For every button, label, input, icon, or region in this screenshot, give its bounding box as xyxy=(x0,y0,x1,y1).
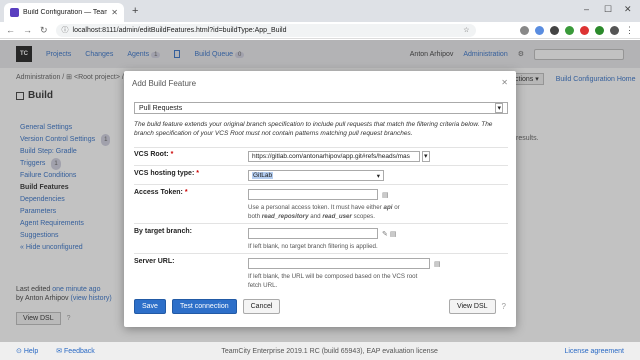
access-token-input[interactable] xyxy=(248,189,378,200)
license-link[interactable]: License agreement xyxy=(564,348,624,355)
add-build-feature-dialog: Add Build Feature ✕ Pull Requests ▾ The … xyxy=(124,71,516,327)
extension-icon[interactable] xyxy=(550,25,559,35)
url-field[interactable]: ⓘ localhost:8111/admin/editBuildFeatures… xyxy=(55,23,476,37)
browser-tab-strip: Build Configuration — TeamCity ✕ + – ☐ ✕ xyxy=(0,0,640,22)
address-bar: ← → ↻ ⓘ localhost:8111/admin/editBuildFe… xyxy=(0,22,640,39)
hint-text: or xyxy=(392,204,400,211)
tab-title: Build Configuration — TeamCity xyxy=(23,9,108,16)
extension-icon[interactable] xyxy=(580,25,589,35)
browser-tab[interactable]: Build Configuration — TeamCity ✕ xyxy=(4,3,124,22)
server-url-input[interactable] xyxy=(248,258,430,269)
dialog-footer: Save Test connection Cancel View DSL ? xyxy=(124,299,516,314)
feedback-link[interactable]: ✉ Feedback xyxy=(56,347,95,355)
teamcity-favicon-icon xyxy=(10,8,19,17)
vcs-root-label: VCS Root: * xyxy=(134,151,248,162)
hosting-type-label-text: VCS hosting type: xyxy=(134,170,195,177)
version-info: TeamCity Enterprise 2019.1 RC (build 659… xyxy=(221,347,438,355)
hosting-type-row: VCS hosting type: * GitLab ▾ xyxy=(134,170,508,181)
chevron-down-icon[interactable]: ▾ xyxy=(422,151,430,162)
window-close-icon[interactable]: ✕ xyxy=(624,4,632,15)
info-icon[interactable]: ⓘ xyxy=(62,25,69,35)
chevron-down-icon: ▾ xyxy=(495,103,503,113)
extensions: ⋮ xyxy=(520,25,634,36)
dialog-title: Add Build Feature xyxy=(132,79,197,88)
hint-text: scopes. xyxy=(351,213,375,220)
cancel-button[interactable]: Cancel xyxy=(242,299,281,314)
access-token-label-text: Access Token: xyxy=(134,189,183,196)
new-tab-icon[interactable]: + xyxy=(132,5,138,17)
access-token-row: Access Token: * ▤ Use a personal access … xyxy=(134,189,508,221)
maximize-icon[interactable]: ☐ xyxy=(604,4,612,15)
vcs-root-row: VCS Root: * https://gitlab.com/antonarhi… xyxy=(134,151,508,162)
forward-icon[interactable]: → xyxy=(23,25,32,35)
dialog-body: Pull Requests ▾ The build feature extend… xyxy=(134,102,508,138)
divider xyxy=(134,223,508,224)
hint-text: and xyxy=(308,213,323,220)
target-branch-input[interactable] xyxy=(248,228,378,239)
target-branch-hint: If left blank, no target branch filterin… xyxy=(248,243,378,250)
footer: ⊙ Help ✉ Feedback TeamCity Enterprise 20… xyxy=(0,342,640,360)
feature-type-value: Pull Requests xyxy=(139,104,183,112)
vcs-root-label-text: VCS Root: xyxy=(134,151,169,158)
chevron-down-icon: ▾ xyxy=(376,172,380,180)
extension-icon[interactable] xyxy=(535,25,544,35)
divider xyxy=(134,184,508,185)
hint-text: Use a personal access token. It must hav… xyxy=(248,204,384,211)
divider xyxy=(134,253,508,254)
hosting-type-value: GitLab xyxy=(252,172,274,179)
menu-dots-icon[interactable]: ⋮ xyxy=(625,25,634,36)
extension-icon[interactable] xyxy=(595,25,604,35)
test-connection-button[interactable]: Test connection xyxy=(171,299,237,314)
back-icon[interactable]: ← xyxy=(6,25,15,35)
url-text: localhost:8111/admin/editBuildFeatures.h… xyxy=(72,26,287,34)
save-button[interactable]: Save xyxy=(134,299,166,314)
edit-pencil-icon[interactable]: ✎ xyxy=(382,230,388,238)
minimize-icon[interactable]: – xyxy=(584,4,589,14)
feature-description: The build feature extends your original … xyxy=(134,121,493,137)
hint-read-user: read_user xyxy=(322,213,352,220)
parameter-picker-icon[interactable]: ▤ xyxy=(382,191,389,199)
profile-avatar[interactable] xyxy=(610,25,619,35)
hint-read-repository: read_repository xyxy=(261,213,309,220)
help-icon[interactable]: ? xyxy=(502,302,506,311)
close-tab-icon[interactable]: ✕ xyxy=(111,8,118,17)
extension-icon[interactable] xyxy=(565,25,574,35)
target-branch-label: By target branch: xyxy=(134,228,192,235)
feature-type-select[interactable]: Pull Requests ▾ xyxy=(134,102,508,114)
extension-icon[interactable] xyxy=(520,25,529,35)
divider xyxy=(134,147,508,148)
hint-text: both xyxy=(248,213,262,220)
required-marker: * xyxy=(184,189,188,196)
server-url-label: Server URL: xyxy=(134,258,175,265)
divider xyxy=(134,165,508,166)
feedback-link-label: Feedback xyxy=(64,348,95,355)
target-branch-row: By target branch: ✎ ▤ If left blank, no t… xyxy=(134,228,508,251)
hosting-type-label: VCS hosting type: * xyxy=(134,170,248,181)
reload-icon[interactable]: ↻ xyxy=(40,25,48,36)
server-url-hint: If left blank, the URL will be composed … xyxy=(248,273,418,289)
help-link-label: Help xyxy=(23,348,39,355)
server-url-row: Server URL: ▤ If left blank, the URL wil… xyxy=(134,258,508,290)
dialog-close-icon[interactable]: ✕ xyxy=(501,78,508,87)
parameter-picker-icon[interactable]: ▤ xyxy=(434,260,441,268)
access-token-label: Access Token: * xyxy=(134,189,248,221)
bookmark-star-icon[interactable]: ☆ xyxy=(463,26,469,34)
parameter-picker-icon[interactable]: ▤ xyxy=(390,230,397,238)
access-token-hint: Use a personal access token. It must hav… xyxy=(248,203,508,221)
vcs-root-select[interactable]: https://gitlab.com/antonarhipov/app.git#… xyxy=(248,151,420,162)
required-marker: * xyxy=(196,170,199,177)
view-dsl-button[interactable]: View DSL xyxy=(448,299,496,314)
hosting-type-select[interactable]: GitLab ▾ xyxy=(248,170,384,181)
required-marker: * xyxy=(170,151,174,158)
help-link[interactable]: ⊙ Help xyxy=(16,347,38,355)
